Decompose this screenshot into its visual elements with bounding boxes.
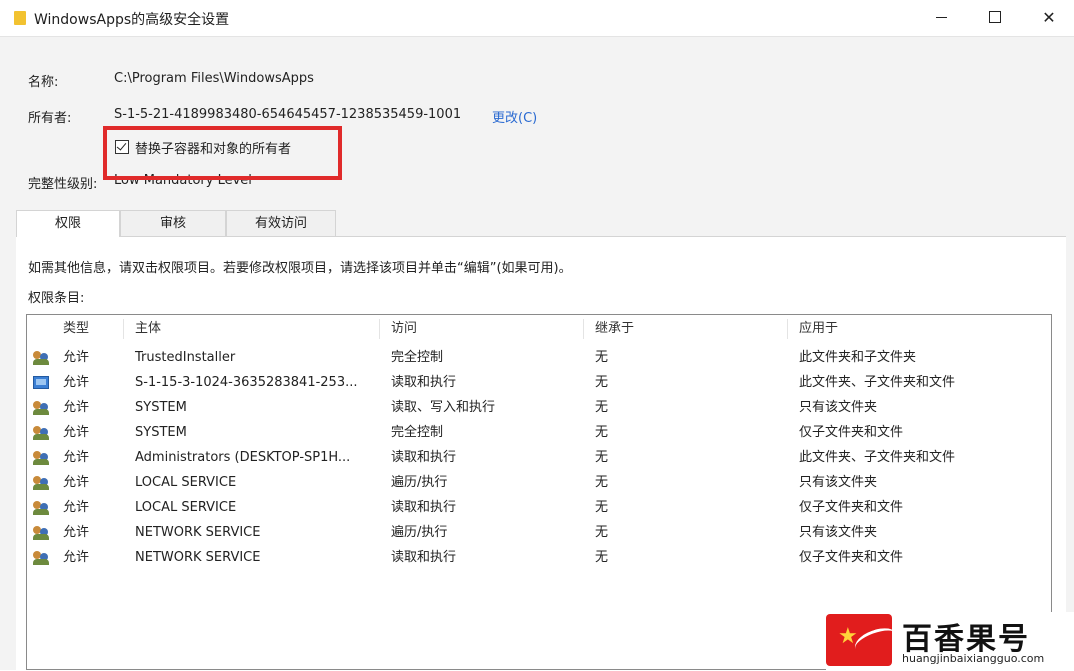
replace-owner-checkbox[interactable] <box>115 140 129 154</box>
cell-principal: NETWORK SERVICE <box>135 550 261 565</box>
cell-access: 遍历/执行 <box>391 475 448 490</box>
cell-type: 允许 <box>63 425 90 440</box>
column-divider[interactable] <box>123 319 124 339</box>
cell-principal: SYSTEM <box>135 400 187 415</box>
users-icon <box>33 426 49 440</box>
maximize-icon <box>989 11 1001 23</box>
cell-applies-to: 此文件夹、子文件夹和文件 <box>799 375 956 390</box>
table-row[interactable]: 允许 LOCAL SERVICE 读取和执行 无 仅子文件夹和文件 <box>27 495 1051 520</box>
owner-label: 所有者: <box>28 111 72 126</box>
cell-principal: NETWORK SERVICE <box>135 525 261 540</box>
column-header-applies-to[interactable]: 应用于 <box>799 315 838 343</box>
cell-applies-to: 只有该文件夹 <box>799 400 878 415</box>
cell-principal: Administrators (DESKTOP-SP1H... <box>135 450 351 465</box>
users-icon <box>33 401 49 415</box>
cell-inherited: 无 <box>595 350 609 365</box>
cell-access: 读取和执行 <box>391 550 457 565</box>
tab-permissions[interactable]: 权限 <box>16 210 120 237</box>
minimize-icon <box>935 16 947 18</box>
cell-access: 读取、写入和执行 <box>391 400 496 415</box>
cell-inherited: 无 <box>595 400 609 415</box>
cell-type: 允许 <box>63 550 90 565</box>
cell-inherited: 无 <box>595 525 609 540</box>
cell-type: 允许 <box>63 450 90 465</box>
cell-inherited: 无 <box>595 450 609 465</box>
cell-applies-to: 仅子文件夹和文件 <box>799 425 904 440</box>
app-package-icon <box>33 376 49 389</box>
cell-type: 允许 <box>63 525 90 540</box>
column-divider[interactable] <box>583 319 584 339</box>
cell-inherited: 无 <box>595 425 609 440</box>
replace-owner-label[interactable]: 替换子容器和对象的所有者 <box>135 138 291 157</box>
users-icon <box>33 526 49 540</box>
close-icon: ✕ <box>1042 7 1056 27</box>
minimize-button[interactable] <box>918 0 964 34</box>
cell-applies-to: 仅子文件夹和文件 <box>799 550 904 565</box>
cell-access: 读取和执行 <box>391 500 457 515</box>
cell-access: 遍历/执行 <box>391 525 448 540</box>
info-text: 如需其他信息，请双击权限项目。若要修改权限项目，请选择该项目并单击“编辑”(如果… <box>28 261 572 276</box>
cell-principal: S-1-15-3-1024-3635283841-253... <box>135 375 358 390</box>
cell-inherited: 无 <box>595 500 609 515</box>
column-divider[interactable] <box>787 319 788 339</box>
close-button[interactable]: ✕ <box>1026 0 1072 34</box>
cell-inherited: 无 <box>595 375 609 390</box>
name-label: 名称: <box>28 75 59 90</box>
cell-access: 读取和执行 <box>391 450 457 465</box>
permission-entries-label: 权限条目: <box>28 291 85 306</box>
cell-access: 完全控制 <box>391 425 444 440</box>
column-header-access[interactable]: 访问 <box>391 315 417 343</box>
owner-value: S-1-5-21-4189983480-654645457-1238535459… <box>114 107 462 122</box>
column-header-inherited[interactable]: 继承于 <box>595 315 634 343</box>
cell-inherited: 无 <box>595 475 609 490</box>
brand-logo-icon: ★ <box>826 614 892 666</box>
table-row[interactable]: 允许 LOCAL SERVICE 遍历/执行 无 只有该文件夹 <box>27 470 1051 495</box>
cell-type: 允许 <box>63 400 90 415</box>
cell-applies-to: 只有该文件夹 <box>799 475 878 490</box>
cell-type: 允许 <box>63 500 90 515</box>
change-owner-link[interactable]: 更改(C) <box>492 107 537 126</box>
cell-applies-to: 此文件夹、子文件夹和文件 <box>799 450 956 465</box>
integrity-label: 完整性级别: <box>28 177 98 192</box>
site-watermark: ★ 百香果号 huangjinbaixiangguo.com <box>826 612 1074 670</box>
cell-access: 完全控制 <box>391 350 444 365</box>
cell-type: 允许 <box>63 375 90 390</box>
window-title: WindowsApps的高级安全设置 <box>34 12 230 28</box>
column-divider[interactable] <box>379 319 380 339</box>
tab-effective-access[interactable]: 有效访问 <box>226 210 336 236</box>
cell-type: 允许 <box>63 350 90 365</box>
users-icon <box>33 501 49 515</box>
cell-type: 允许 <box>63 475 90 490</box>
table-row[interactable]: 允许 SYSTEM 读取、写入和执行 无 只有该文件夹 <box>27 395 1051 420</box>
table-row[interactable]: 允许 NETWORK SERVICE 读取和执行 无 仅子文件夹和文件 <box>27 545 1051 570</box>
title-bar[interactable]: WindowsApps的高级安全设置 ✕ <box>0 0 1074 37</box>
column-header-type[interactable]: 类型 <box>63 315 89 343</box>
maximize-button[interactable] <box>972 0 1018 34</box>
table-row[interactable]: 允许 SYSTEM 完全控制 无 仅子文件夹和文件 <box>27 420 1051 445</box>
cell-applies-to: 此文件夹和子文件夹 <box>799 350 917 365</box>
cell-principal: LOCAL SERVICE <box>135 475 237 490</box>
cell-principal: TrustedInstaller <box>135 350 236 365</box>
cell-inherited: 无 <box>595 550 609 565</box>
table-row[interactable]: 允许 S-1-15-3-1024-3635283841-253... 读取和执行… <box>27 370 1051 395</box>
table-row[interactable]: 允许 Administrators (DESKTOP-SP1H... 读取和执行… <box>27 445 1051 470</box>
users-icon <box>33 551 49 565</box>
cell-principal: LOCAL SERVICE <box>135 500 237 515</box>
cell-applies-to: 仅子文件夹和文件 <box>799 500 904 515</box>
folder-icon <box>14 11 26 25</box>
tab-auditing[interactable]: 审核 <box>120 210 226 236</box>
name-value: C:\Program Files\WindowsApps <box>114 71 314 86</box>
cell-principal: SYSTEM <box>135 425 187 440</box>
cell-access: 读取和执行 <box>391 375 457 390</box>
table-row[interactable]: 允许 NETWORK SERVICE 遍历/执行 无 只有该文件夹 <box>27 520 1051 545</box>
watermark-url: huangjinbaixiangguo.com <box>902 652 1045 665</box>
table-row[interactable]: 允许 TrustedInstaller 完全控制 无 此文件夹和子文件夹 <box>27 345 1051 370</box>
security-settings-window: WindowsApps的高级安全设置 ✕ 名称: C:\Program File… <box>0 0 1074 671</box>
users-icon <box>33 451 49 465</box>
users-icon <box>33 476 49 490</box>
column-header-principal[interactable]: 主体 <box>135 315 161 343</box>
users-icon <box>33 351 49 365</box>
cell-applies-to: 只有该文件夹 <box>799 525 878 540</box>
